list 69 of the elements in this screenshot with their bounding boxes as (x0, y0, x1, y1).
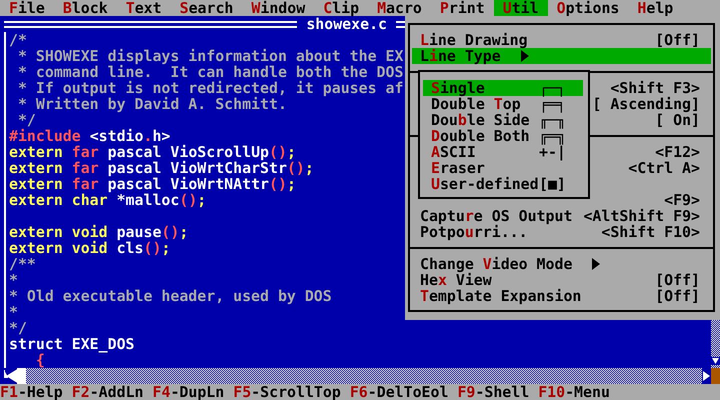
code-line: extern far pascal VioScrollUp(); (9, 143, 296, 161)
code-line: #include <stdio.h> (9, 127, 170, 145)
line-style-option[interactable]: ASCII +-| (423, 144, 583, 160)
function-key-hint[interactable]: F2-AddLn (72, 384, 144, 400)
menu-item[interactable]: File (0, 0, 54, 16)
function-key-hint[interactable]: F5-ScrollTop (233, 384, 341, 400)
menu-item[interactable]: Block (54, 0, 117, 16)
menu-item[interactable]: Util (494, 0, 548, 16)
line-style-option[interactable]: User-defined[■] (423, 176, 583, 192)
line-style-option[interactable]: Double Side ╓─╖ (423, 112, 583, 128)
submenu-arrow-icon (520, 50, 529, 62)
menu-item[interactable]: Options (548, 0, 628, 16)
function-key-hint[interactable]: F1-Help (0, 384, 63, 400)
code-line: */ (18, 111, 36, 129)
code-line: extern far pascal VioWrtNAttr(); (9, 175, 296, 193)
code-line: extern void cls(); (9, 239, 170, 257)
code-line: /** (9, 255, 36, 273)
scroll-down-icon[interactable] (711, 357, 720, 365)
shortcut-label: [Off] (655, 272, 700, 288)
submenu-arrow-icon (592, 258, 600, 270)
file-title: showexe.c (305, 16, 388, 32)
horizontal-scrollbar[interactable] (26, 368, 702, 384)
code-line: * (9, 303, 18, 321)
shortcut-label: <Shift F3> (610, 80, 700, 96)
menu-item[interactable]: Macro (368, 0, 431, 16)
code-line: { (34, 351, 45, 369)
menu-item[interactable]: Help (628, 0, 682, 16)
code-line: struct EXE_DOS (9, 335, 135, 353)
code-line: extern void pause(); (9, 223, 188, 241)
shortcut-label: <Ctrl A> (628, 160, 700, 176)
scroll-left-icon[interactable] (4, 368, 17, 384)
menu-option[interactable]: Line Drawing (420, 32, 528, 48)
menu-item[interactable]: Print (430, 0, 494, 16)
menu-option[interactable]: Change Video Mode (420, 256, 572, 272)
scroll-thumb[interactable] (17, 368, 26, 384)
code-line: extern far pascal VioWrtCharStr(); (9, 159, 314, 177)
menu-item[interactable]: Text (116, 0, 171, 16)
shortcut-label: <F12> (655, 144, 700, 160)
shortcut-label: <AltShift F9> (583, 208, 700, 224)
code-line: * command line. It can handle both the DOS (16, 63, 404, 81)
code-line: * SHOWEXE displays information about the EX (16, 47, 404, 65)
function-key-hint[interactable]: F9-Shell (457, 384, 530, 400)
line-style-option[interactable]: Double Both ╔═╗ (423, 128, 583, 144)
menu-option[interactable]: Hex View (420, 272, 492, 288)
menu-option[interactable]: Potpourri... (420, 224, 528, 240)
function-key-hint[interactable]: F10-Menu (538, 384, 610, 400)
shortcut-label: [ On] (655, 112, 700, 128)
function-key-hint[interactable]: F6-DelToEol (350, 384, 448, 400)
menu-item[interactable]: Clip (314, 0, 368, 16)
line-style-option[interactable]: Eraser (423, 160, 583, 176)
shortcut-label: [Off] (655, 288, 700, 304)
code-line: * Old executable header, used by DOS (9, 287, 332, 305)
shortcut-label: [ Ascending] (592, 96, 700, 112)
code-line: */ (9, 319, 27, 337)
menu-item[interactable]: Search (170, 0, 242, 16)
code-line: /* (9, 31, 27, 49)
code-line: extern char *malloc(); (9, 191, 206, 209)
shortcut-label: <Shift F10> (601, 224, 700, 240)
code-line: * (9, 271, 18, 289)
menu-option[interactable]: Template Expansion (420, 288, 582, 304)
menu-option[interactable]: Capture OS Output (420, 208, 572, 224)
function-key-hint[interactable]: F4-DupLn (152, 384, 224, 400)
line-style-option[interactable]: Single ┌─┐ (423, 80, 583, 96)
shortcut-label: <F9> (664, 192, 700, 208)
code-line: * Written by David A. Schmitt. (16, 95, 287, 113)
menu-item[interactable]: Window (242, 0, 314, 16)
code-line: * If output is not redirected, it pauses af (16, 79, 404, 97)
shortcut-label: [Off] (655, 32, 700, 48)
line-style-option[interactable]: Double Top ╒═╕ (423, 96, 583, 112)
